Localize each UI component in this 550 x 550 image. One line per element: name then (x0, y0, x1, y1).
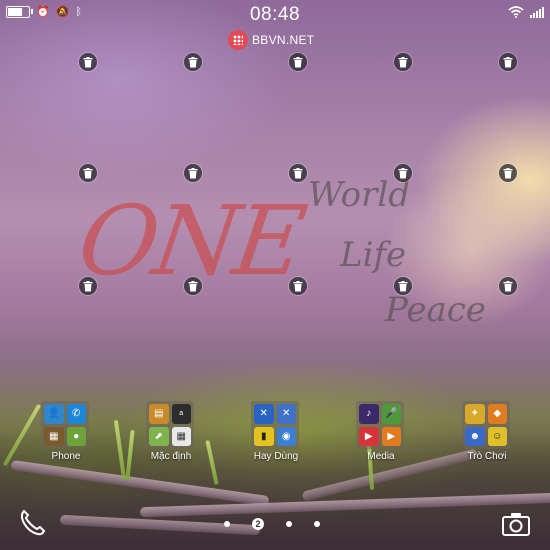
page-dot-active[interactable]: 2 (252, 518, 264, 530)
maps-icon: ⬈ (149, 426, 169, 446)
calendar-icon: ▦ (171, 426, 191, 446)
status-bar: ⏰ 🔕 ᛒ 08:48 (0, 0, 550, 28)
bbm-icon: ▦ (44, 426, 64, 446)
folder-label: Phone (51, 451, 81, 462)
folder-tile[interactable]: ▤ a ⬈ ▦ (146, 401, 194, 449)
store-icon: ▤ (149, 404, 169, 424)
folder-label: Hay Dùng (253, 451, 299, 462)
folder-tile[interactable]: ✦ ◆ ☻ ☺ (462, 401, 510, 449)
watermark-word: World (308, 175, 410, 215)
voice-icon: 🎤 (381, 404, 401, 424)
game-c-icon: ☻ (465, 426, 485, 446)
page-indicator[interactable]: 2 (224, 518, 320, 530)
docs-to-go-icon: ▮ (254, 426, 274, 446)
empty-slot-delete-icon[interactable] (79, 277, 97, 295)
empty-slot-delete-icon[interactable] (499, 164, 517, 182)
tools-icon: ✕ (254, 404, 274, 424)
watermark-word: Life (340, 235, 407, 275)
data-icon: ◉ (276, 426, 296, 446)
remember-icon: ● (66, 426, 86, 446)
empty-slot-delete-icon[interactable] (289, 53, 307, 71)
brand-watermark: BBVN.NET (228, 30, 314, 50)
empty-slot-delete-icon[interactable] (499, 277, 517, 295)
amazon-icon: a (171, 404, 191, 424)
folder-phone[interactable]: 👤 ✆ ▦ ● Phone (41, 401, 91, 462)
empty-slot-delete-icon[interactable] (184, 164, 202, 182)
video-icon: ▶ (359, 426, 379, 446)
folder-tile[interactable]: ♪ 🎤 ▶ ▶ (356, 401, 404, 449)
game-b-icon: ◆ (487, 404, 507, 424)
folder-default[interactable]: ▤ a ⬈ ▦ Mặc định (146, 401, 196, 462)
empty-slot-delete-icon[interactable] (499, 53, 517, 71)
empty-slot-delete-icon[interactable] (394, 277, 412, 295)
empty-slot-delete-icon[interactable] (184, 277, 202, 295)
empty-slot-delete-icon[interactable] (394, 53, 412, 71)
cellular-signal-icon (530, 7, 544, 18)
page-dot[interactable] (314, 521, 320, 527)
folder-label: Media (367, 451, 395, 462)
wifi-icon (508, 6, 524, 18)
music-icon: ♪ (359, 404, 379, 424)
clock: 08:48 (249, 4, 301, 25)
empty-slot-delete-icon[interactable] (289, 164, 307, 182)
wallpaper-art: ONE World Life Peace (70, 175, 500, 345)
home-screen: ⏰ 🔕 ᛒ 08:48 BBVN.NET ONE World Life Peac… (0, 0, 550, 550)
empty-slot-delete-icon[interactable] (79, 164, 97, 182)
current-page-number: 2 (255, 519, 261, 529)
bbvn-logo-icon (228, 30, 248, 50)
folder-label: Trò Chơi (467, 451, 507, 462)
folder-tile[interactable]: ✕ ✕ ▮ ◉ (251, 401, 299, 449)
folder-media[interactable]: ♪ 🎤 ▶ ▶ Media (356, 401, 406, 462)
dock: 2 (0, 500, 550, 550)
settings-tools-icon: ✕ (276, 404, 296, 424)
watermark-word: Peace (385, 290, 486, 330)
game-d-icon: ☺ (487, 426, 507, 446)
call-log-icon: ✆ (66, 404, 86, 424)
folder-frequent[interactable]: ✕ ✕ ▮ ◉ Hay Dùng (251, 401, 301, 462)
camera-icon[interactable] (502, 512, 530, 536)
folder-tile[interactable]: 👤 ✆ ▦ ● (41, 401, 89, 449)
empty-slot-delete-icon[interactable] (394, 164, 412, 182)
page-dot[interactable] (286, 521, 292, 527)
game-a-icon: ✦ (465, 404, 485, 424)
brand-text: BBVN.NET (252, 33, 315, 47)
phone-icon[interactable] (18, 508, 46, 536)
folder-games[interactable]: ✦ ◆ ☻ ☺ Trò Chơi (462, 401, 512, 462)
play-icon: ▶ (381, 426, 401, 446)
page-dot[interactable] (224, 521, 230, 527)
contacts-icon: 👤 (44, 404, 64, 424)
empty-slot-delete-icon[interactable] (184, 53, 202, 71)
empty-slot-delete-icon[interactable] (289, 277, 307, 295)
folder-label: Mặc định (150, 451, 192, 462)
empty-slot-delete-icon[interactable] (79, 53, 97, 71)
